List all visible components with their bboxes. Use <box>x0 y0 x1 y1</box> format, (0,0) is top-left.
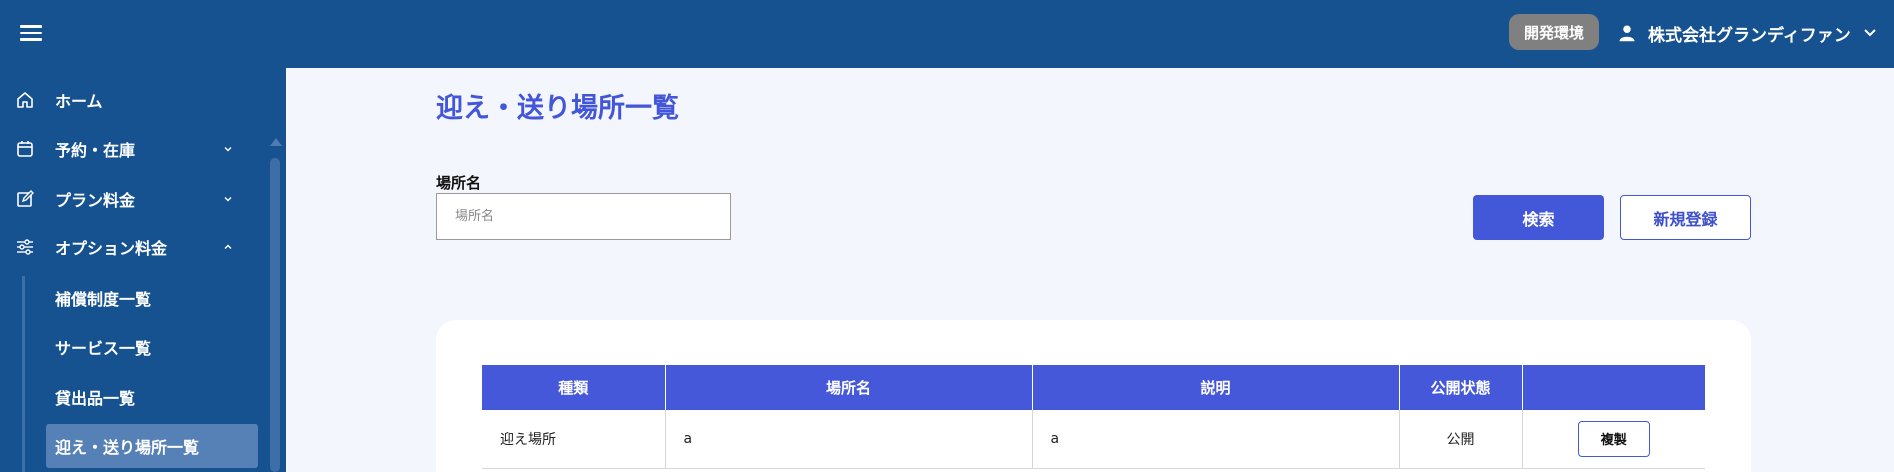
table-row: 迎え場所 a a 公開 複製 <box>482 410 1705 469</box>
cell-type: 迎え場所 <box>482 410 666 469</box>
sidebar-subitem-label: 迎え・送り場所一覧 <box>55 438 200 457</box>
edit-icon <box>17 190 34 207</box>
sidebar-item-plan-pricing[interactable]: プラン料金 <box>0 176 270 222</box>
new-registration-button[interactable]: 新規登録 <box>1620 195 1751 240</box>
cell-place-name: a <box>665 410 1033 469</box>
page-title: 迎え・送り場所一覧 <box>436 93 679 124</box>
cell-status: 公開 <box>1399 410 1523 469</box>
top-header: 開発環境 株式会社グランディファン <box>0 0 1894 68</box>
column-header-place-name: 場所名 <box>665 365 1033 410</box>
sidebar-subitem-rentals[interactable]: 貸出品一覧 <box>46 375 258 419</box>
chevron-up-icon <box>224 244 232 249</box>
duplicate-button[interactable]: 複製 <box>1577 420 1650 457</box>
column-header-status: 公開状態 <box>1399 365 1523 410</box>
sidebar-subitem-pickup-dropoff[interactable]: 迎え・送り場所一覧 <box>46 424 258 468</box>
hamburger-menu-icon[interactable] <box>18 22 44 44</box>
sidebar-subitem-label: 貸出品一覧 <box>55 389 136 408</box>
sidebar-item-home[interactable]: ホーム <box>0 77 270 123</box>
column-header-type: 種類 <box>482 365 666 410</box>
sidebar-scrollbar[interactable] <box>268 138 282 472</box>
home-icon <box>17 92 33 108</box>
account-menu[interactable]: 株式会社グランディファン <box>1618 16 1877 50</box>
sidebar-subitem-label: 補償制度一覧 <box>55 290 152 309</box>
person-icon <box>1619 25 1635 42</box>
sidebar-item-label: オプション料金 <box>55 239 168 258</box>
search-button[interactable]: 検索 <box>1473 195 1604 240</box>
scroll-up-arrow-icon[interactable] <box>270 138 282 146</box>
sidebar-item-option-pricing[interactable]: オプション料金 <box>0 224 270 270</box>
environment-badge: 開発環境 <box>1509 14 1599 50</box>
places-table: 種類 場所名 説明 公開状態 迎え場所 a a 公開 複製 <box>482 365 1705 469</box>
cell-actions: 複製 <box>1522 410 1705 469</box>
submenu-indent-line <box>22 276 25 472</box>
column-header-actions <box>1522 365 1705 410</box>
sidebar-item-label: ホーム <box>55 92 103 111</box>
cell-description: a <box>1032 410 1400 469</box>
place-name-input[interactable] <box>436 193 731 240</box>
account-name: 株式会社グランディファン <box>1648 25 1851 46</box>
sidebar-item-label: 予約・在庫 <box>55 141 136 160</box>
chevron-down-icon <box>224 147 232 152</box>
place-name-label: 場所名 <box>436 174 482 192</box>
column-header-description: 説明 <box>1032 365 1400 410</box>
chevron-down-icon <box>1864 29 1876 37</box>
table-header-row: 種類 場所名 説明 公開状態 <box>482 365 1705 410</box>
sliders-icon <box>17 239 33 255</box>
sidebar-subitem-services[interactable]: サービス一覧 <box>46 325 258 369</box>
sidebar-item-label: プラン料金 <box>55 191 136 210</box>
calendar-icon <box>17 141 33 157</box>
chevron-down-icon <box>224 197 232 202</box>
sidebar-item-reservations[interactable]: 予約・在庫 <box>0 126 270 172</box>
sidebar-subitem-compensation[interactable]: 補償制度一覧 <box>46 276 258 320</box>
sidebar-subitem-label: サービス一覧 <box>55 339 152 358</box>
scrollbar-thumb[interactable] <box>270 158 280 472</box>
sidebar: ホーム 予約・在庫 プラン料金 オプション料金 補償制度一覧 サービス一覧 貸出… <box>0 68 286 472</box>
